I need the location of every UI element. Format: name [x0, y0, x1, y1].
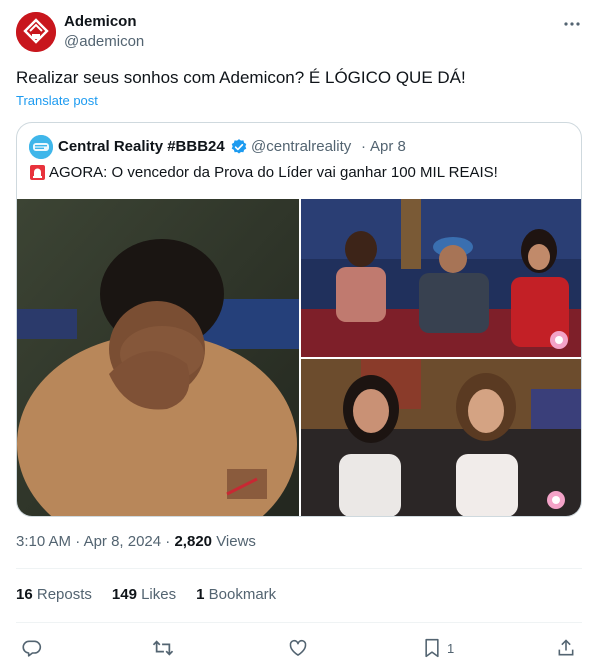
quoted-tweet[interactable]: Central Reality #BBB24 @centralreality ·…	[16, 122, 582, 517]
tweet-date[interactable]: Apr 8, 2024	[84, 533, 162, 550]
reposts-stat[interactable]: 16 Reposts	[16, 586, 92, 603]
author-avatar[interactable]	[16, 12, 56, 52]
views-count: 2,820	[174, 533, 213, 550]
more-options-icon[interactable]	[562, 14, 582, 34]
police-light-icon	[29, 164, 46, 181]
engagement-stats: 16 Reposts 149 Likes 1 Bookmark	[16, 586, 296, 603]
divider	[16, 622, 582, 623]
meta-separator: ·	[165, 533, 171, 550]
bookmarks-label: Bookmark	[208, 586, 277, 603]
media-image-3[interactable]	[301, 359, 581, 516]
quoted-avatar[interactable]	[29, 135, 53, 159]
bookmark-icon	[425, 638, 439, 658]
action-bar: 1	[16, 636, 582, 660]
media-image-1[interactable]	[17, 199, 299, 516]
reply-icon	[22, 640, 42, 657]
tweet-time[interactable]: 3:10 AM	[16, 533, 71, 550]
quoted-date[interactable]: Apr 8	[370, 138, 406, 155]
views-label: Views	[216, 533, 256, 550]
meta-separator: ·	[75, 533, 81, 550]
media-grid	[17, 199, 581, 516]
share-button[interactable]	[556, 636, 576, 660]
repost-button[interactable]	[152, 636, 174, 660]
bookmarks-count: 1	[196, 586, 205, 603]
likes-count: 149	[111, 586, 137, 603]
quoted-text: AGORA: O vencedor da Prova do Líder vai …	[29, 164, 569, 181]
author-name[interactable]: Ademicon	[64, 13, 137, 30]
quoted-separator: ·	[361, 138, 366, 155]
reposts-label: Reposts	[36, 586, 92, 603]
bookmark-count: 1	[447, 640, 455, 656]
ademicon-logo-icon	[16, 12, 56, 52]
central-reality-logo-icon	[29, 135, 53, 159]
bookmark-button[interactable]: 1	[423, 636, 454, 660]
reposts-count: 16	[16, 586, 33, 603]
divider	[16, 568, 582, 569]
media-image-2[interactable]	[301, 199, 581, 357]
likes-label: Likes	[141, 586, 177, 603]
tweet-meta: 3:10 AM · Apr 8, 2024 · 2,820 Views	[16, 533, 256, 550]
quoted-text-body: AGORA: O vencedor da Prova do Líder vai …	[49, 164, 498, 181]
quoted-author-name[interactable]: Central Reality #BBB24	[58, 138, 225, 155]
quoted-author-handle[interactable]: @centralreality	[251, 138, 351, 155]
likes-stat[interactable]: 149 Likes	[112, 586, 176, 603]
share-icon	[558, 639, 574, 656]
like-button[interactable]	[288, 636, 308, 660]
reply-button[interactable]	[22, 636, 42, 660]
heart-icon	[289, 639, 307, 656]
verified-badge-icon	[230, 138, 248, 156]
tweet-header: Ademicon @ademicon	[16, 12, 582, 56]
tweet-text: Realizar seus sonhos com Ademicon? É LÓG…	[16, 68, 466, 87]
repost-icon	[152, 640, 174, 656]
translate-post-link[interactable]: Translate post	[16, 93, 98, 108]
author-handle[interactable]: @ademicon	[64, 33, 144, 50]
bookmarks-stat[interactable]: 1 Bookmark	[196, 586, 276, 603]
